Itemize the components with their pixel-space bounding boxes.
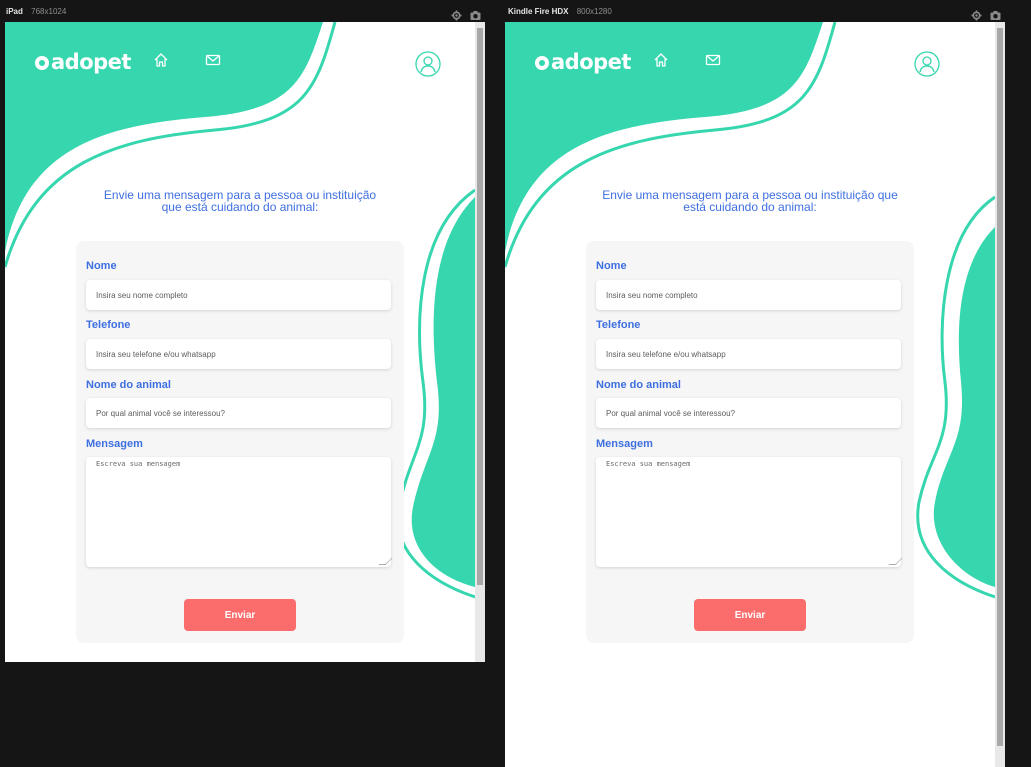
name-label: Nome xyxy=(596,260,627,272)
adopet-logo[interactable]: adopet xyxy=(35,49,131,75)
phone-input[interactable]: Insira seu telefone e/ou whatsapp xyxy=(86,339,391,369)
form-heading: Envie uma mensagem para a pessoa ou inst… xyxy=(75,189,405,213)
resize-handle-icon[interactable] xyxy=(378,558,393,565)
animal-name-label: Nome do animal xyxy=(86,379,171,391)
message-textarea[interactable]: Escreva sua mensagem xyxy=(596,457,903,567)
message-placeholder: Escreva sua mensagem xyxy=(96,460,181,468)
message-textarea[interactable]: Escreva sua mensagem xyxy=(86,457,393,567)
logo-text: adopet xyxy=(551,50,631,74)
contact-form-card: Nome Insira seu nome completo Telefone I… xyxy=(76,241,404,643)
scrollbar-thumb[interactable] xyxy=(997,28,1003,746)
form-heading: Envie uma mensagem para a pessoa ou inst… xyxy=(575,189,925,213)
device-label-ipad: iPad 768x1024 xyxy=(6,0,66,22)
form-heading-line2: está cuidando do animal: xyxy=(683,200,817,214)
submit-button[interactable]: Enviar xyxy=(694,599,806,631)
form-heading-line2: que está cuidando do animal: xyxy=(161,200,319,214)
settings-gear-icon[interactable] xyxy=(451,6,462,21)
paw-logo-icon xyxy=(535,56,549,70)
phone-label: Telefone xyxy=(86,319,131,331)
device-label-kindle: Kindle Fire HDX 800x1280 xyxy=(508,0,612,22)
mail-icon[interactable] xyxy=(705,52,721,68)
phone-label: Telefone xyxy=(596,319,641,331)
paw-logo-icon xyxy=(35,56,49,70)
animal-name-input[interactable]: Por qual animal você se interessou? xyxy=(86,398,391,428)
screenshot-camera-icon[interactable] xyxy=(990,6,1001,20)
device-viewport-ipad: adopet Envie uma mensagem para a pessoa … xyxy=(5,22,475,662)
device-toolbar xyxy=(971,6,1001,21)
device-name: iPad xyxy=(6,7,23,16)
device-name: Kindle Fire HDX xyxy=(508,7,569,16)
name-label: Nome xyxy=(86,260,117,272)
mail-icon[interactable] xyxy=(205,52,221,68)
animal-name-input[interactable]: Por qual animal você se interessou? xyxy=(596,398,901,428)
name-input[interactable]: Insira seu nome completo xyxy=(596,280,901,310)
name-input[interactable]: Insira seu nome completo xyxy=(86,280,391,310)
scrollbar-thumb[interactable] xyxy=(477,28,483,585)
home-icon[interactable] xyxy=(653,52,669,68)
scrollbar-kindle[interactable] xyxy=(995,22,1005,767)
resize-handle-icon[interactable] xyxy=(888,558,903,565)
phone-input[interactable]: Insira seu telefone e/ou whatsapp xyxy=(596,339,901,369)
screenshot-camera-icon[interactable] xyxy=(470,6,481,20)
device-toolbar xyxy=(451,6,481,21)
animal-name-label: Nome do animal xyxy=(596,379,681,391)
home-icon[interactable] xyxy=(153,52,169,68)
contact-form-card: Nome Insira seu nome completo Telefone I… xyxy=(586,241,914,643)
adopet-logo[interactable]: adopet xyxy=(535,49,631,75)
scrollbar-ipad[interactable] xyxy=(475,22,485,662)
user-profile-icon[interactable] xyxy=(415,51,441,77)
device-viewport-kindle: adopet Envie uma mensagem para a pessoa … xyxy=(505,22,995,767)
device-dimensions: 800x1280 xyxy=(576,7,612,16)
message-label: Mensagem xyxy=(86,438,143,450)
settings-gear-icon[interactable] xyxy=(971,6,982,21)
user-profile-icon[interactable] xyxy=(914,51,940,77)
submit-button[interactable]: Enviar xyxy=(184,599,296,631)
logo-text: adopet xyxy=(51,50,131,74)
message-label: Mensagem xyxy=(596,438,653,450)
message-placeholder: Escreva sua mensagem xyxy=(606,460,691,468)
device-dimensions: 768x1024 xyxy=(31,7,67,16)
